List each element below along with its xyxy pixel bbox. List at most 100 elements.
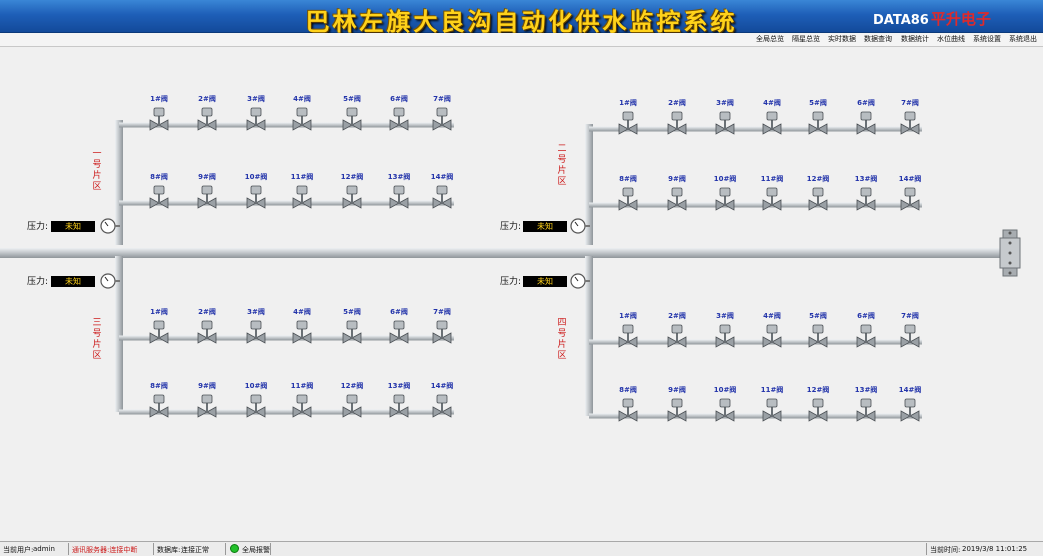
- valve-icon[interactable]: 4#阀: [292, 307, 312, 344]
- valve-icon[interactable]: 4#阀: [292, 94, 312, 131]
- valve-icon[interactable]: 3#阀: [715, 311, 735, 348]
- valve-label: 3#阀: [716, 98, 734, 107]
- valve-icon[interactable]: 3#阀: [246, 94, 266, 131]
- valve-icon[interactable]: 13#阀: [855, 174, 878, 211]
- valve-icon[interactable]: 13#阀: [388, 172, 411, 209]
- valve-icon[interactable]: 3#阀: [715, 98, 735, 135]
- valve-stem-icon: [909, 196, 911, 205]
- valve-icon[interactable]: 8#阀: [149, 172, 169, 209]
- valve-icon[interactable]: 6#阀: [856, 98, 876, 135]
- valve-stem-icon: [441, 403, 443, 412]
- valve-icon[interactable]: 8#阀: [618, 385, 638, 422]
- status-divider: [270, 543, 271, 555]
- valve-label: 9#阀: [198, 172, 216, 181]
- valve-actuator-icon: [860, 324, 872, 334]
- valve-icon[interactable]: 5#阀: [342, 307, 362, 344]
- bolt-icon: [1008, 271, 1012, 275]
- valve-icon[interactable]: 4#阀: [762, 98, 782, 135]
- valve-icon[interactable]: 9#阀: [667, 385, 687, 422]
- valve-stem-icon: [724, 333, 726, 342]
- valve-icon[interactable]: 5#阀: [342, 94, 362, 131]
- status-bar: 当前用户: admin 通讯服务器:连接中断 数据库: 连接正常 全局报警 当前…: [0, 541, 1043, 556]
- valve-icon[interactable]: 5#阀: [808, 98, 828, 135]
- global-alarm-button[interactable]: 全局报警: [242, 545, 270, 555]
- valve-icon[interactable]: 9#阀: [667, 174, 687, 211]
- valve-icon[interactable]: 2#阀: [667, 311, 687, 348]
- valve-icon[interactable]: 5#阀: [808, 311, 828, 348]
- valve-icon[interactable]: 1#阀: [618, 98, 638, 135]
- valve-icon[interactable]: 7#阀: [900, 98, 920, 135]
- valve-actuator-icon: [436, 185, 448, 195]
- valve-label: 7#阀: [433, 307, 451, 316]
- valve-label: 4#阀: [293, 307, 311, 316]
- valve-icon[interactable]: 11#阀: [761, 174, 784, 211]
- pressure-value: 未知: [537, 276, 553, 286]
- valve-actuator-icon: [766, 111, 778, 121]
- valve-icon[interactable]: 10#阀: [714, 174, 737, 211]
- valve-stem-icon: [724, 196, 726, 205]
- valve-icon[interactable]: 7#阀: [900, 311, 920, 348]
- valve-icon[interactable]: 1#阀: [618, 311, 638, 348]
- current-user-value: admin: [33, 545, 55, 553]
- valve-stem-icon: [771, 120, 773, 129]
- valve-stem-icon: [351, 194, 353, 203]
- valve-icon[interactable]: 7#阀: [432, 307, 452, 344]
- valve-icon[interactable]: 13#阀: [388, 381, 411, 418]
- pressure-value: 未知: [65, 221, 81, 231]
- valve-icon[interactable]: 2#阀: [197, 307, 217, 344]
- valve-stem-icon: [301, 116, 303, 125]
- valve-icon[interactable]: 12#阀: [341, 172, 364, 209]
- valve-stem-icon: [865, 333, 867, 342]
- valve-icon[interactable]: 14#阀: [431, 172, 454, 209]
- valve-label: 14#阀: [431, 381, 454, 390]
- valve-icon[interactable]: 1#阀: [149, 94, 169, 131]
- valve-label: 7#阀: [433, 94, 451, 103]
- valve-icon[interactable]: 13#阀: [855, 385, 878, 422]
- valve-icon[interactable]: 1#阀: [149, 307, 169, 344]
- valve-icon[interactable]: 10#阀: [245, 172, 268, 209]
- valve-label: 14#阀: [899, 385, 922, 394]
- valve-icon[interactable]: 11#阀: [291, 381, 314, 418]
- valve-actuator-icon: [296, 394, 308, 404]
- valve-stem-icon: [206, 194, 208, 203]
- zone-label: 一号片区: [92, 149, 101, 192]
- valve-actuator-icon: [904, 111, 916, 121]
- valve-stem-icon: [255, 329, 257, 338]
- valve-label: 13#阀: [855, 174, 878, 183]
- valve-stem-icon: [158, 194, 160, 203]
- valve-label: 10#阀: [245, 381, 268, 390]
- valve-icon[interactable]: 11#阀: [291, 172, 314, 209]
- valve-icon[interactable]: 10#阀: [245, 381, 268, 418]
- pressure-label: 压力:: [27, 275, 48, 287]
- valve-icon[interactable]: 9#阀: [197, 381, 217, 418]
- valve-stem-icon: [351, 403, 353, 412]
- valve-icon[interactable]: 2#阀: [197, 94, 217, 131]
- valve-label: 2#阀: [198, 94, 216, 103]
- valve-icon[interactable]: 6#阀: [389, 94, 409, 131]
- valve-icon[interactable]: 8#阀: [149, 381, 169, 418]
- valve-icon[interactable]: 8#阀: [618, 174, 638, 211]
- valve-icon[interactable]: 3#阀: [246, 307, 266, 344]
- valve-actuator-icon: [860, 111, 872, 121]
- status-divider: [926, 543, 927, 555]
- valve-icon[interactable]: 9#阀: [197, 172, 217, 209]
- valve-icon[interactable]: 6#阀: [389, 307, 409, 344]
- valve-actuator-icon: [671, 187, 683, 197]
- valve-label: 4#阀: [763, 98, 781, 107]
- valve-icon[interactable]: 14#阀: [899, 174, 922, 211]
- valve-icon[interactable]: 12#阀: [807, 385, 830, 422]
- valve-actuator-icon: [153, 320, 165, 330]
- valve-icon[interactable]: 2#阀: [667, 98, 687, 135]
- valve-icon[interactable]: 12#阀: [341, 381, 364, 418]
- valve-icon[interactable]: 6#阀: [856, 311, 876, 348]
- valve-label: 5#阀: [809, 98, 827, 107]
- valve-icon[interactable]: 11#阀: [761, 385, 784, 422]
- valve-label: 1#阀: [619, 98, 637, 107]
- valve-icon[interactable]: 14#阀: [899, 385, 922, 422]
- valve-icon[interactable]: 12#阀: [807, 174, 830, 211]
- valve-icon[interactable]: 10#阀: [714, 385, 737, 422]
- valve-stem-icon: [627, 120, 629, 129]
- valve-icon[interactable]: 14#阀: [431, 381, 454, 418]
- valve-icon[interactable]: 7#阀: [432, 94, 452, 131]
- valve-icon[interactable]: 4#阀: [762, 311, 782, 348]
